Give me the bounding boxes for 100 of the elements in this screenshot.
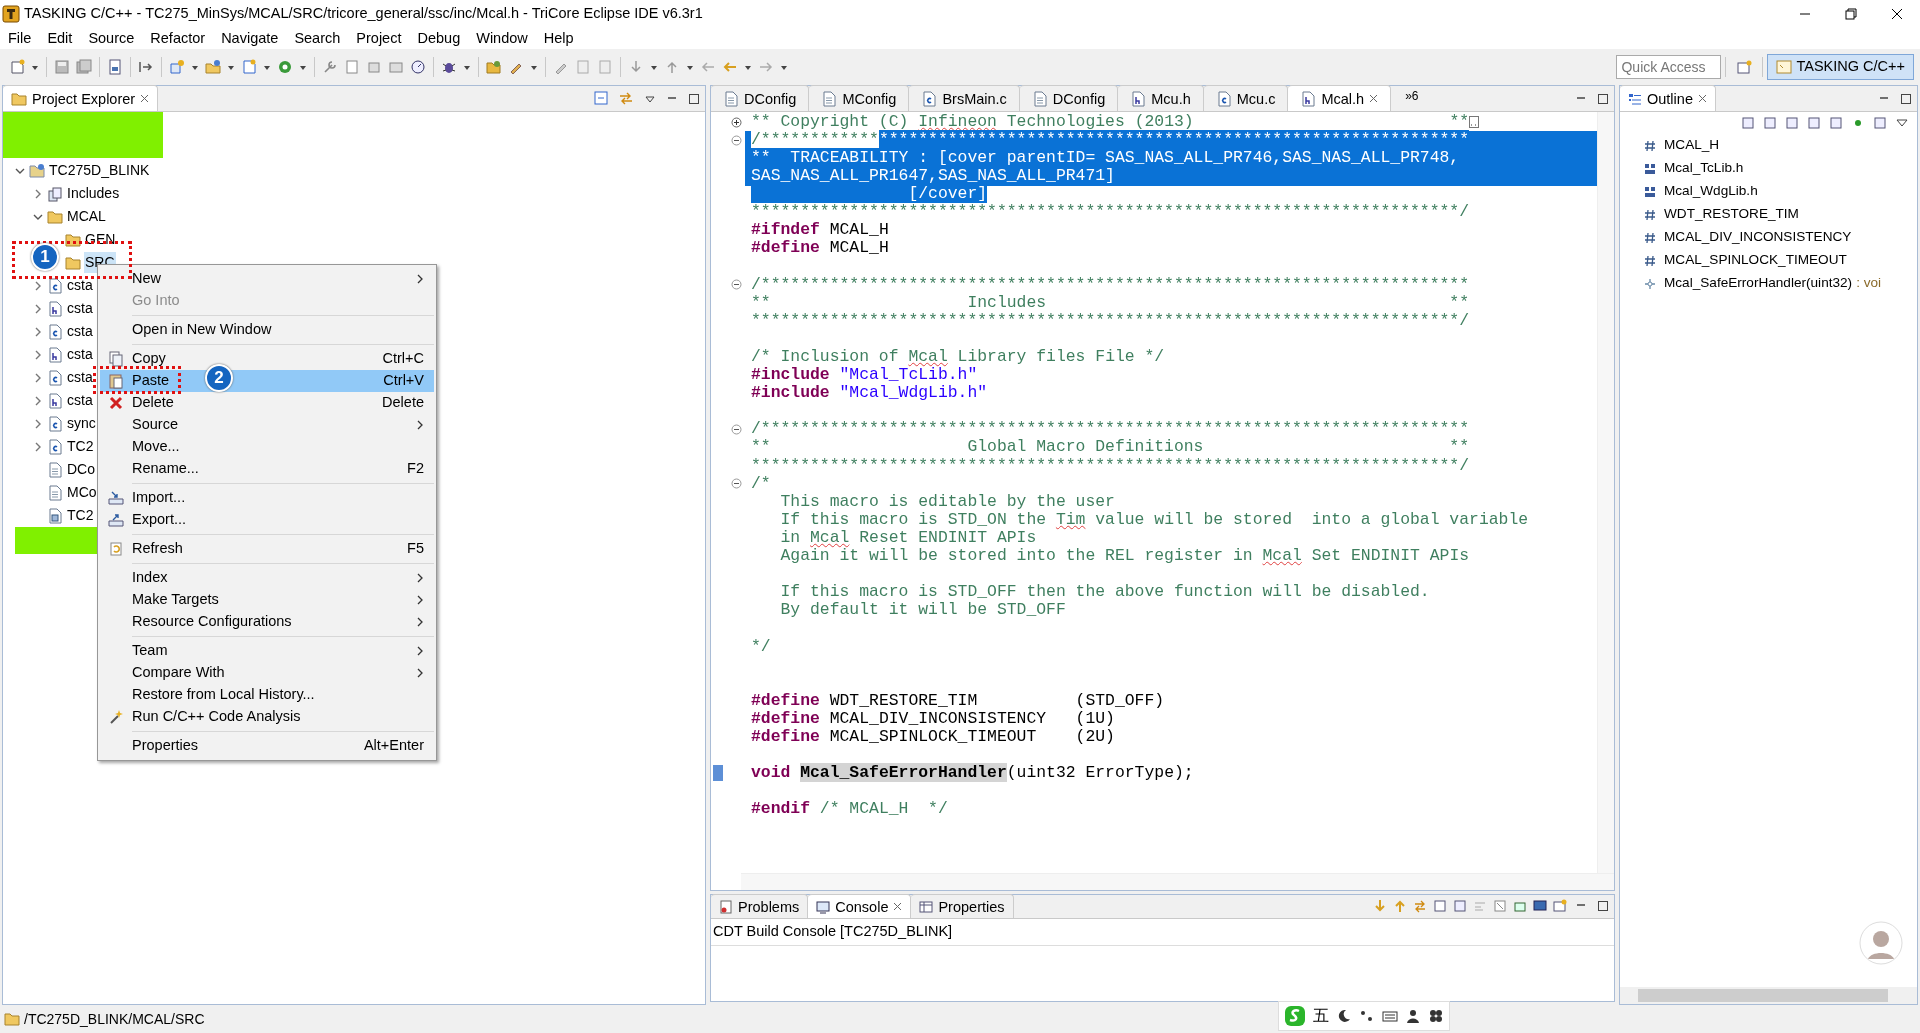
maximize-icon[interactable] [1597,900,1609,912]
menu-item[interactable]: Index [100,567,434,589]
new-class-icon[interactable] [241,59,257,75]
open-folder-icon[interactable] [486,59,502,75]
menu-item[interactable]: File [0,27,40,49]
collapse-fold-icon[interactable] [731,279,742,291]
outline-item[interactable]: Mcal_SafeErrorHandler(uint32) : voi [1664,273,1882,294]
close-icon[interactable] [893,902,903,911]
tree-item[interactable]: csta [66,367,94,388]
user-icon[interactable] [1405,1008,1421,1024]
horizontal-scrollbar[interactable] [741,873,1614,890]
menu-item[interactable]: Properties Alt+Enter [100,735,434,757]
editor-tab[interactable]: Mcu.c [1203,85,1289,111]
gauge-icon[interactable] [410,59,426,75]
outline-item[interactable]: MCAL_DIV_INCONSISTENCY [1664,227,1852,248]
keyboard-icon[interactable] [1382,1008,1398,1024]
folded-code-icon[interactable] [1469,116,1480,129]
menu-item[interactable]: Make Targets [100,589,434,611]
close-icon[interactable] [140,94,150,103]
menu-item[interactable]: Window [468,27,536,49]
wrench-icon[interactable] [322,59,338,75]
close-icon[interactable] [1369,94,1379,103]
tree-item[interactable]: MCo [66,482,98,503]
collapse-fold-icon[interactable] [731,424,742,436]
menu-item[interactable]: Delete Delete [100,392,434,414]
maximize-icon[interactable] [1900,93,1912,105]
menu-item[interactable]: Export... [100,509,434,531]
tree-item[interactable]: TC2 [66,436,95,457]
editor-tab[interactable]: Mcal.h [1288,85,1392,111]
outline-item[interactable]: WDT_RESTORE_TIM [1664,204,1799,225]
caret-icon[interactable] [227,63,235,71]
tree-item[interactable]: TC275D_BLINK [48,160,151,181]
caret-icon[interactable] [463,63,471,71]
menu-item[interactable]: Move... [100,436,434,458]
new-console-icon[interactable] [1553,899,1567,913]
menu-item[interactable]: Search [286,27,349,49]
quick-access-field[interactable]: Quick Access [1616,55,1722,79]
caret-icon[interactable] [744,63,752,71]
tree-item[interactable]: csta [66,298,94,319]
menu-item[interactable]: Source [100,414,434,436]
remove-icon[interactable] [1493,899,1507,913]
tree-item[interactable]: Includes [66,183,121,204]
menu-item[interactable]: Compare With [100,662,434,684]
maximize-icon[interactable] [1597,93,1609,105]
display-console-icon[interactable] [1533,899,1547,913]
outline-item[interactable]: MCAL_H [1664,135,1720,156]
vertical-scrollbar[interactable] [1597,112,1614,873]
expand-fold-icon[interactable] [731,116,742,128]
moon-icon[interactable] [1336,1008,1352,1024]
view-menu-icon[interactable] [644,93,656,105]
editor-tab[interactable]: DConfig [711,85,810,111]
input-method-toolbar[interactable]: 五 [1278,1001,1450,1031]
menu-item[interactable]: Debug [409,27,469,49]
view-tab[interactable]: Outline [1620,85,1716,111]
menu-item[interactable]: Refresh F5 [100,538,434,560]
binary-file-icon[interactable] [107,59,123,75]
close-icon[interactable] [1697,94,1707,103]
menu-item[interactable]: Edit [39,27,81,49]
menu-item[interactable]: Restore from Local History... [100,684,434,706]
view-tab[interactable]: Project Explorer [3,85,159,111]
outline-item[interactable]: MCAL_SPINLOCK_TIMEOUT [1664,250,1847,271]
editor-tab[interactable]: BrsMain.c [909,85,1020,111]
caret-icon[interactable] [191,63,199,71]
tree-item[interactable]: DCo [66,459,96,480]
caret-icon[interactable] [686,63,694,71]
caret-icon[interactable] [263,63,271,71]
grid-icon[interactable] [1428,1008,1444,1024]
save-all-icon[interactable] [76,59,92,75]
tree-item[interactable]: csta [66,390,94,411]
open-perspective-icon[interactable] [1736,59,1753,75]
editor-tab[interactable]: MConfig [809,85,910,111]
caret-icon[interactable] [650,63,658,71]
caret-icon[interactable] [31,63,39,71]
menu-item[interactable]: Help [535,27,582,49]
link-editor-icon[interactable] [618,91,634,105]
save-icon[interactable] [54,59,70,75]
tree-item[interactable]: TC2 [66,505,95,526]
tree-item[interactable]: csta [66,321,94,342]
tree-item[interactable]: csta [66,344,94,365]
menu-item[interactable]: Team [100,640,434,662]
view-tab[interactable]: Console [808,894,912,918]
new-file-icon[interactable] [9,59,25,75]
menu-item[interactable]: Rename... F2 [100,458,434,480]
outline-item[interactable]: Mcal_WdgLib.h [1664,181,1758,202]
scrollbar-thumb[interactable] [1638,989,1888,1002]
tree-item[interactable]: sync [66,413,97,434]
caret-icon[interactable] [530,63,538,71]
punctuation-icon[interactable] [1359,1008,1375,1024]
link-icon[interactable] [1413,899,1427,913]
menu-item[interactable]: Navigate [213,27,287,49]
more-tabs-button[interactable]: »6 [1405,87,1419,105]
menu-item[interactable]: Refactor [142,27,214,49]
menu-item[interactable]: Source [80,27,143,49]
build-icon[interactable] [277,59,293,75]
menu-item[interactable]: Run C/C++ Code Analysis [100,706,434,728]
perspective-button[interactable]: TASKING C/C++ [1767,54,1914,80]
editor-tab[interactable]: DConfig [1019,85,1119,111]
avatar[interactable] [1859,921,1903,965]
horizontal-scrollbar[interactable] [1620,987,1917,1004]
collapse-fold-icon[interactable] [731,478,742,490]
